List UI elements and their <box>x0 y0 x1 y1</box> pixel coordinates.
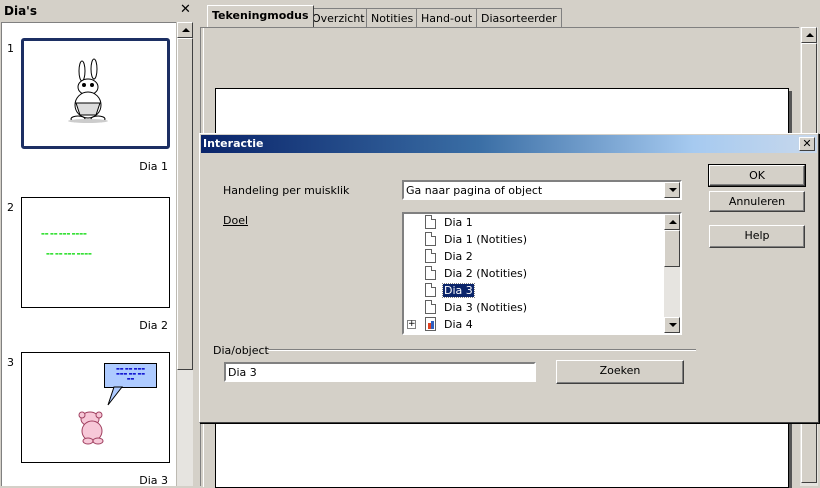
scroll-up-button[interactable] <box>177 22 193 38</box>
document-icon <box>425 266 436 280</box>
tree-item-label: Dia 1 (Notities) <box>444 233 528 246</box>
close-icon[interactable]: ✕ <box>799 137 815 151</box>
tree-item-label: Dia 2 (Notities) <box>444 267 528 280</box>
slide-number: 1 <box>7 42 14 55</box>
document-icon <box>425 283 436 297</box>
dialog-title: Interactie <box>203 137 264 150</box>
rabbit-clipart <box>68 58 108 123</box>
tab-handout[interactable]: Hand-out <box>416 8 478 27</box>
tree-item-label: Dia 3 (Notities) <box>444 301 528 314</box>
tree-item[interactable]: Dia 2 (Notities) <box>404 265 666 282</box>
ok-button[interactable]: OK <box>708 164 806 187</box>
slide-entry-1[interactable]: 1 Dia 1 <box>2 38 176 188</box>
cancel-button[interactable]: Annuleren <box>709 191 805 212</box>
slide-name: Dia 2 <box>139 319 168 332</box>
search-button[interactable]: Zoeken <box>556 360 684 384</box>
tree-item-label: Dia 4 <box>444 318 473 331</box>
slide-thumbnail-3[interactable]: ▬▬ ▬▬ ▬▬▬ ▬▬▬ ▬▬ ▬▬ ▬▬ <box>21 352 170 463</box>
group-separator <box>268 349 696 351</box>
arrow-down-icon <box>669 323 677 327</box>
action-label: Handeling per muisklik <box>223 184 350 197</box>
scroll-up-button[interactable] <box>801 27 817 43</box>
tree-item[interactable]: Dia 2 <box>404 248 666 265</box>
slide-object-label: Dia/object <box>213 344 269 357</box>
tree-item[interactable]: Dia 1 (Notities) <box>404 231 666 248</box>
document-icon <box>425 215 436 229</box>
tree-item[interactable]: Dia 3 (Notities) <box>404 299 666 316</box>
slide-thumbnail-2[interactable]: ▬▬ ▬▬ ▬▬▬ ▬▬▬▬ ▬▬ ▬▬ ▬▬▬ ▬▬▬▬ <box>21 197 170 308</box>
tree-item-label: Dia 3 <box>442 283 475 298</box>
scroll-down-button[interactable] <box>664 317 680 333</box>
action-select-value: Ga naar pagina of object <box>406 184 543 197</box>
thumbnail-text-line: ▬▬ ▬▬ ▬▬▬ ▬▬▬▬ <box>41 231 87 236</box>
scroll-thumb[interactable] <box>664 230 680 267</box>
tree-item-label: Dia 1 <box>444 216 473 229</box>
slide-entry-2[interactable]: 2 ▬▬ ▬▬ ▬▬▬ ▬▬▬▬ ▬▬ ▬▬ ▬▬▬ ▬▬▬▬ Dia 2 <box>2 197 176 347</box>
document-icon <box>425 232 436 246</box>
arrow-up-icon <box>182 28 190 32</box>
arrow-up-icon <box>806 33 814 37</box>
slide-entry-3[interactable]: 3 ▬▬ ▬▬ ▬▬▬ ▬▬▬ ▬▬ ▬▬ ▬▬ Dia 3 <box>2 352 176 486</box>
slide-name: Dia 3 <box>139 474 168 486</box>
thumbnail-text-line: ▬▬ ▬▬ ▬▬▬ ▬▬▬▬ <box>46 251 92 256</box>
slides-list: 1 Dia 1 2 ▬▬ ▬▬ ▬▬▬ ▬▬▬▬ ▬▬ ▬▬ ▬▬▬ ▬▬▬▬ … <box>1 22 176 486</box>
tree-item-label: Dia 2 <box>444 250 473 263</box>
presentation-icon <box>425 317 436 331</box>
slide-object-input[interactable]: Dia 3 <box>224 362 536 382</box>
scroll-up-button[interactable] <box>664 214 680 230</box>
slide-thumbnail-1[interactable] <box>21 38 170 149</box>
action-select[interactable]: Ga naar pagina of object <box>402 180 682 200</box>
interaction-dialog: Interactie ✕ Handeling per muisklik Ga n… <box>199 133 819 423</box>
dropdown-button[interactable] <box>664 182 680 198</box>
scroll-thumb[interactable] <box>177 38 193 370</box>
slides-pane: Dia's ✕ 1 Dia 1 2 ▬▬ ▬▬ ▬▬▬ ▬▬▬▬ ▬▬ ▬▬ ▬… <box>0 0 196 486</box>
slides-pane-title: Dia's <box>4 4 37 18</box>
view-tabs: Tekeningmodus Overzicht Notities Hand-ou… <box>200 5 820 27</box>
dialog-titlebar[interactable]: Interactie ✕ <box>201 135 817 153</box>
pig-clipart <box>78 386 124 445</box>
tab-outline[interactable]: Overzicht <box>307 8 370 27</box>
help-button[interactable]: Help <box>709 225 805 248</box>
expand-plus-icon[interactable]: + <box>407 320 416 329</box>
tree-item-selected[interactable]: Dia 3 <box>404 282 666 299</box>
target-tree[interactable]: Dia 1 Dia 1 (Notities) Dia 2 Dia 2 (Noti… <box>402 212 682 335</box>
slide-number: 2 <box>7 201 14 214</box>
tree-item[interactable]: + Dia 4 <box>404 316 666 333</box>
slide-name: Dia 1 <box>139 160 168 173</box>
arrow-up-icon <box>669 220 677 224</box>
target-label: Doel <box>223 214 249 227</box>
slides-pane-header: Dia's ✕ <box>0 0 196 22</box>
chevron-down-icon <box>669 188 677 192</box>
tab-notes[interactable]: Notities <box>366 8 419 27</box>
document-icon <box>425 300 436 314</box>
document-icon <box>425 249 436 263</box>
slide-number: 3 <box>7 356 14 369</box>
tree-item[interactable]: Dia 1 <box>404 214 666 231</box>
tab-drawing-mode[interactable]: Tekeningmodus <box>207 5 314 27</box>
slides-scrollbar[interactable] <box>176 22 193 486</box>
tab-slide-sorter[interactable]: Diasorteerder <box>476 8 562 27</box>
tree-scrollbar[interactable] <box>664 214 680 333</box>
close-pane-icon[interactable]: ✕ <box>180 3 191 17</box>
